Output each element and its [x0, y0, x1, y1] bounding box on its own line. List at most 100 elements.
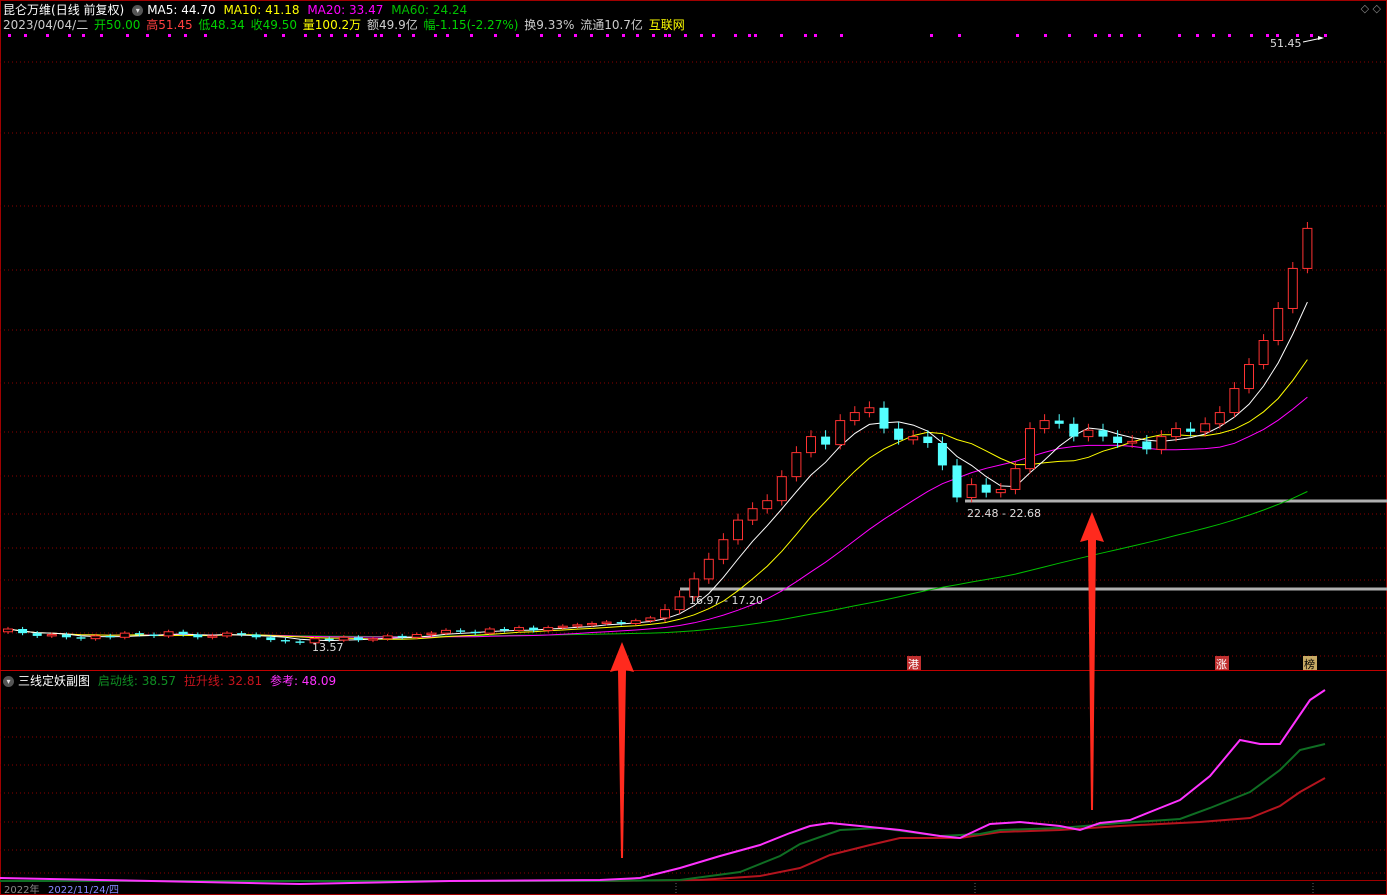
- kline-chart[interactable]: 51.45 13.57 16.97 - 17.20 22.48 - 22.68 …: [0, 0, 1387, 895]
- candle-body-down: [529, 627, 539, 631]
- marker-dot: [8, 34, 11, 37]
- candle-body-up: [660, 609, 670, 619]
- candle-body-down: [1054, 420, 1064, 424]
- marker-dot: [1228, 34, 1231, 37]
- marker-dot: [24, 34, 27, 37]
- marker-dot: [558, 34, 561, 37]
- candle-body-down: [1186, 428, 1196, 432]
- quote-header: 2023/04/04/二 开50.00 高51.45 低48.34 收49.50…: [3, 16, 689, 33]
- candle-body-up: [1214, 412, 1225, 425]
- candle-body-up: [543, 627, 554, 631]
- marker-dot: [398, 34, 401, 37]
- marker-dot: [1266, 34, 1269, 37]
- candle-body-up: [674, 596, 685, 611]
- sub-chart-lines: [0, 689, 1326, 886]
- turnover: 换9.33%: [524, 18, 575, 32]
- candle-body-up: [776, 476, 787, 502]
- marker-dot: [664, 34, 667, 37]
- grid-lines: [0, 0, 1387, 895]
- close-price: 收49.50: [250, 18, 297, 32]
- badge-gang: 港: [908, 658, 919, 671]
- marker-dot: [606, 34, 609, 37]
- marker-dot: [470, 34, 473, 37]
- candle-body-up: [1039, 420, 1050, 430]
- candle-body-up: [90, 635, 101, 640]
- marker-dot: [126, 34, 129, 37]
- marker-dot: [622, 34, 625, 37]
- marker-dot: [282, 34, 285, 37]
- marker-dot: [168, 34, 171, 37]
- candle-body-up: [601, 621, 612, 624]
- candle-body-down: [981, 484, 991, 493]
- candle-body-up: [718, 539, 729, 560]
- candle-body-up: [1244, 364, 1254, 390]
- marker-dot: [814, 34, 817, 37]
- candle-body-down: [952, 465, 962, 498]
- candle-body-up: [1229, 388, 1240, 414]
- sub-line-2: 拉升线: 32.81: [183, 674, 263, 688]
- candle-body-down: [894, 428, 904, 440]
- marker-dot: [304, 34, 307, 37]
- marker-dot: [1016, 34, 1019, 37]
- selected-date-label: 2022/11/24/四: [48, 885, 119, 895]
- candle-body-up: [1010, 468, 1021, 490]
- badge-bang: 榜: [1304, 657, 1315, 671]
- badges: 港 涨 榜: [907, 656, 1317, 671]
- ma10-line: [7, 359, 1308, 640]
- marker-dot: [1044, 34, 1047, 37]
- candle-body-up: [119, 632, 130, 638]
- candle-body-up: [587, 622, 597, 626]
- candle-body-up: [995, 488, 1006, 494]
- marker-dot: [1250, 34, 1253, 37]
- sub-line-cankao: [0, 689, 1326, 886]
- marker-dot: [636, 34, 639, 37]
- candle-body-up: [1083, 429, 1094, 438]
- candle-body-up: [3, 628, 13, 633]
- marker-dot: [684, 34, 687, 37]
- candle-body-down: [1113, 436, 1123, 444]
- level-1-label: 16.97 - 17.20: [689, 594, 763, 607]
- candle-body-down: [178, 631, 188, 635]
- expand-icon[interactable]: ◇: [1373, 2, 1381, 15]
- marker-dot: [446, 34, 449, 37]
- marker-dot: [380, 34, 383, 37]
- candle-body-down: [821, 436, 831, 445]
- candle-body-up: [908, 436, 919, 441]
- stock-name[interactable]: 昆仑万维: [3, 3, 51, 17]
- red-arrow-1: [610, 642, 634, 858]
- ma20-label: MA20: 33.47: [307, 3, 384, 17]
- candle-body-up: [1273, 307, 1284, 342]
- marker-dot: [700, 34, 703, 37]
- candle-body-up: [411, 634, 422, 638]
- candle-body-down: [295, 641, 305, 643]
- marker-dots: [8, 34, 1327, 37]
- sub-chart-title[interactable]: 三线定妖副图: [18, 674, 90, 688]
- candle-body-down: [397, 635, 407, 638]
- marker-dot: [82, 34, 85, 37]
- marker-dot: [1196, 34, 1199, 37]
- candle-body-up: [733, 519, 743, 541]
- candle-body-down: [923, 436, 933, 444]
- marker-dot: [1138, 34, 1141, 37]
- marker-dot: [668, 34, 671, 37]
- concept-tag[interactable]: 互联网: [649, 18, 685, 32]
- marker-dot: [318, 34, 321, 37]
- candle-body-down: [353, 637, 363, 641]
- ma5-label: MA5: 44.70: [147, 3, 216, 17]
- chevron-down-icon[interactable]: ▾: [132, 5, 144, 16]
- chevron-down-icon[interactable]: ▾: [3, 676, 14, 687]
- marker-dot: [344, 34, 347, 37]
- candle-body-down: [193, 634, 203, 638]
- candle-body-up: [484, 628, 495, 634]
- candle-body-up: [572, 624, 583, 627]
- sub-line-qidong: [0, 743, 1326, 882]
- quote-date: 2023/04/04/二: [3, 18, 89, 32]
- marker-dot: [734, 34, 737, 37]
- marker-dot: [204, 34, 207, 37]
- date-left-label: 2022年: [4, 883, 39, 895]
- candle-body-down: [266, 637, 276, 641]
- marker-dot: [264, 34, 267, 37]
- candle-body-down: [1142, 441, 1152, 450]
- diamond-icon[interactable]: ◇: [1361, 2, 1369, 15]
- marker-dot: [412, 34, 415, 37]
